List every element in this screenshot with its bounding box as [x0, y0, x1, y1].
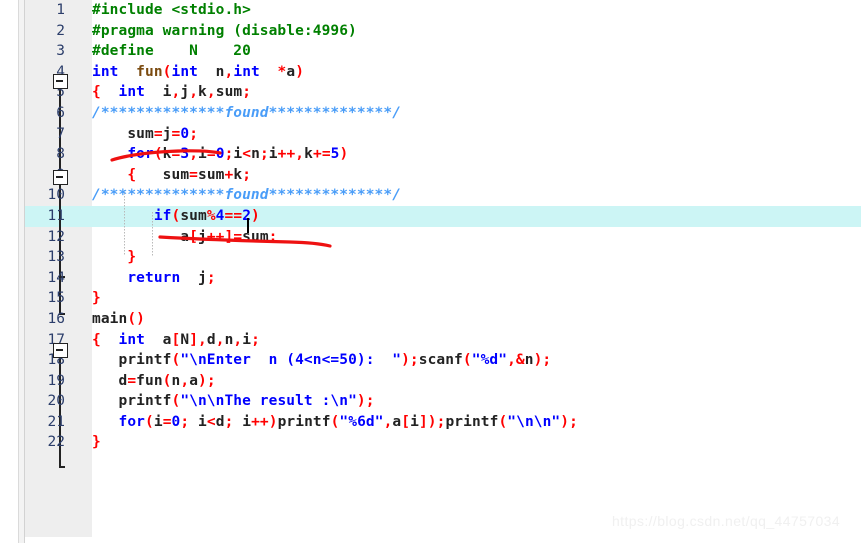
- code-line[interactable]: 20 printf("\n\nThe result :\n");: [25, 391, 861, 412]
- line-content: main(): [92, 310, 145, 327]
- line-number: 22: [47, 434, 65, 451]
- line-number: 1: [56, 2, 65, 18]
- line-content: if(sum%4==2): [153, 207, 260, 224]
- code-editor[interactable]: 1 #include <stdio.h> 2 #pragma warning (…: [0, 0, 861, 543]
- line-content: { int i,j,k,sum;: [92, 84, 252, 101]
- code-line[interactable]: 16 main(): [25, 309, 861, 330]
- code-line[interactable]: 15 }: [25, 288, 861, 309]
- line-content: a[j++]=sum;: [92, 228, 278, 245]
- line-number: 7: [56, 125, 65, 142]
- code-line[interactable]: 1 #include <stdio.h>: [25, 0, 861, 21]
- line-number: 13: [47, 249, 65, 266]
- code-line[interactable]: 19 d=fun(n,a);: [25, 371, 861, 392]
- line-number: 19: [47, 372, 65, 389]
- code-line[interactable]: 13 }: [25, 247, 861, 268]
- watermark: https://blog.csdn.net/qq_44757034: [612, 513, 841, 529]
- line-content: /**************found**************/: [92, 104, 402, 121]
- line-content: d=fun(n,a);: [92, 372, 216, 389]
- fold-range-end: [59, 466, 65, 468]
- line-content: #pragma warning (disable:4996): [92, 22, 357, 39]
- code-line[interactable]: 8 for(k=3,i=0;i<n;i++,k+=5): [25, 144, 861, 165]
- line-number: 12: [47, 228, 65, 245]
- line-content: printf("\nEnter n (4<n<=50): ");scanf("%…: [92, 352, 552, 369]
- code-line[interactable]: 18 printf("\nEnter n (4<n<=50): ");scanf…: [25, 350, 861, 371]
- line-content: printf("\n\nThe result :\n");: [92, 393, 375, 410]
- line-content: }: [92, 290, 101, 307]
- line-content: { sum=sum+k;: [127, 166, 252, 183]
- line-content: #include <stdio.h>: [92, 2, 251, 18]
- line-number: 8: [56, 146, 65, 163]
- code-line[interactable]: 7 sum=j=0;: [25, 124, 861, 145]
- line-number: 14: [47, 269, 65, 286]
- line-content: /**************found**************/: [92, 187, 402, 204]
- line-number: 20: [47, 393, 65, 410]
- editor-left-margin: [0, 0, 19, 543]
- code-line[interactable]: 3 #define N 20: [25, 41, 861, 62]
- code-line[interactable]: 4 int fun(int n,int *a): [25, 62, 861, 83]
- line-number: 2: [56, 22, 65, 39]
- line-content: { int a[N],d,n,i;: [92, 331, 260, 348]
- line-content: for(k=3,i=0;i<n;i++,k+=5): [127, 146, 349, 163]
- code-line[interactable]: 6 /**************found**************/: [25, 103, 861, 124]
- code-line[interactable]: 5 { int i,j,k,sum;: [25, 82, 861, 103]
- line-content: sum=j=0;: [92, 125, 199, 142]
- line-number: 6: [56, 104, 65, 121]
- code-line[interactable]: 9 { sum=sum+k;: [25, 165, 861, 186]
- fold-toggle-icon[interactable]: [53, 343, 68, 358]
- line-content: int fun(int n,int *a): [92, 63, 305, 80]
- line-content: #define N 20: [92, 43, 251, 60]
- line-number: 15: [47, 290, 65, 307]
- line-number: 21: [47, 413, 65, 430]
- code-line[interactable]: 14 return j;: [25, 268, 861, 289]
- line-content: return j;: [127, 269, 216, 286]
- code-line[interactable]: 22 }: [25, 432, 861, 453]
- code-line[interactable]: 2 #pragma warning (disable:4996): [25, 21, 861, 42]
- line-content: }: [92, 434, 101, 451]
- code-line[interactable]: 12 a[j++]=sum;: [25, 227, 861, 248]
- text-caret: [247, 218, 249, 233]
- line-number: 11: [47, 207, 65, 224]
- line-number: 10: [47, 187, 65, 204]
- line-content: for(i=0; i<d; i++)printf("%6d",a[i]);pri…: [118, 413, 578, 430]
- line-content: }: [127, 249, 137, 266]
- code-line[interactable]: 10 /**************found**************/: [25, 185, 861, 206]
- line-number: 16: [47, 310, 65, 327]
- fold-toggle-icon[interactable]: [53, 74, 68, 89]
- code-line-current[interactable]: 11 if(sum%4==2): [25, 205, 861, 227]
- code-line[interactable]: 17 { int a[N],d,n,i;: [25, 330, 861, 351]
- line-number: 3: [56, 43, 65, 60]
- fold-toggle-icon[interactable]: [53, 170, 68, 185]
- code-lines[interactable]: 1 #include <stdio.h> 2 #pragma warning (…: [25, 0, 861, 543]
- code-line[interactable]: 21 for(i=0; i<d; i++)printf("%6d",a[i]);…: [25, 412, 861, 433]
